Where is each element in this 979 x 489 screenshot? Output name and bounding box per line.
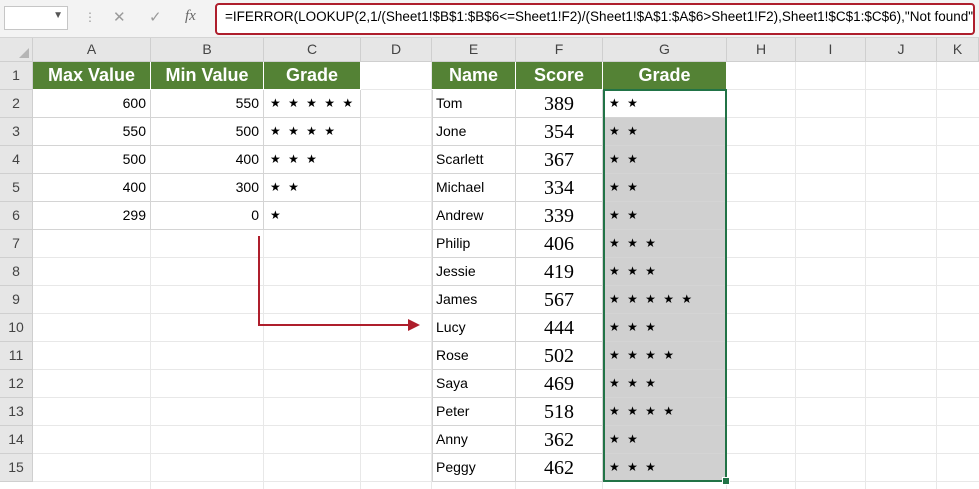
arrow-annotation — [258, 236, 420, 331]
fill-handle[interactable] — [722, 477, 730, 485]
